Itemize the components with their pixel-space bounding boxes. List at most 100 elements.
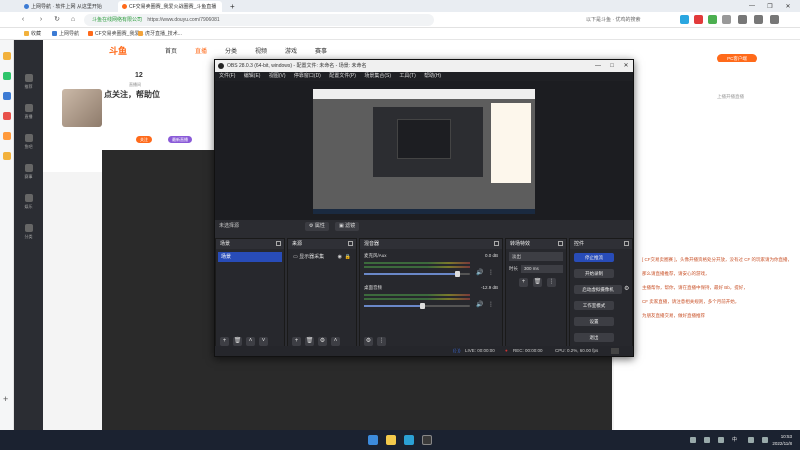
- transition-select[interactable]: 淡出: [509, 252, 563, 261]
- filters-button[interactable]: ▣ 滤镜: [335, 222, 360, 231]
- source-settings-button[interactable]: ⚙: [318, 336, 327, 346]
- refresh-button[interactable]: ↻: [52, 15, 62, 25]
- left-nav-item[interactable]: 赛事: [14, 164, 43, 180]
- add-transition-button[interactable]: +: [519, 278, 528, 287]
- edge-icon[interactable]: [404, 435, 414, 445]
- douyu-logo[interactable]: 斗鱼: [109, 44, 143, 58]
- maximize-button[interactable]: ❐: [762, 0, 778, 12]
- left-nav-item[interactable]: 娱乐: [14, 194, 43, 210]
- app-icon-5[interactable]: [3, 132, 11, 140]
- left-nav-item[interactable]: 鱼吧: [14, 134, 43, 150]
- extension-icon[interactable]: [722, 15, 731, 24]
- virtual-camera-button[interactable]: 启动虚拟摄像机: [574, 285, 622, 294]
- remove-transition-button[interactable]: 🗑: [533, 278, 542, 287]
- add-app-button[interactable]: +: [3, 394, 8, 404]
- menu-home[interactable]: 首页: [165, 46, 177, 55]
- file-explorer-icon[interactable]: [386, 435, 396, 445]
- lock-icon[interactable]: 🔒: [345, 252, 351, 262]
- extension-icon[interactable]: [680, 15, 689, 24]
- move-up-button[interactable]: ˄: [246, 336, 255, 346]
- source-item[interactable]: ▭ 显示器采集 ◉ 🔒: [290, 252, 354, 262]
- exit-button[interactable]: 退出: [574, 333, 614, 342]
- remove-scene-button[interactable]: 🗑: [233, 336, 242, 346]
- transition-menu-button[interactable]: ⋮: [547, 278, 556, 287]
- menu-profile[interactable]: 配置文件(P): [329, 73, 356, 79]
- url-input[interactable]: 斗鱼在线网络有限公司 https://www.douyu.com/7906081: [84, 14, 434, 26]
- menu-view[interactable]: 视图(V): [269, 73, 286, 79]
- left-nav-item[interactable]: 推荐: [14, 74, 43, 90]
- left-nav-item[interactable]: 分类: [14, 224, 43, 240]
- menu-edit[interactable]: 编辑(E): [244, 73, 261, 79]
- app-icon-4[interactable]: [3, 112, 11, 120]
- menu-tools[interactable]: 工具(T): [399, 73, 415, 79]
- popout-icon[interactable]: [276, 241, 281, 246]
- windows-icon[interactable]: [368, 435, 378, 445]
- popout-icon[interactable]: [558, 241, 563, 246]
- menu-docks[interactable]: 停靠窗口(D): [294, 73, 321, 79]
- taskbar-clock[interactable]: 10:53 2022/11/8: [772, 433, 792, 447]
- volume-knob[interactable]: [455, 271, 461, 277]
- tray-icon[interactable]: [748, 437, 754, 443]
- volume-slider[interactable]: [364, 303, 470, 309]
- browser-tab-douyu[interactable]: CF交易卖圈赛_我爱火战圈赛_斗鱼直播: [118, 1, 222, 12]
- forward-button[interactable]: ›: [36, 15, 46, 25]
- undo-icon[interactable]: [738, 15, 747, 24]
- more-icon[interactable]: ⋮: [488, 269, 494, 276]
- eye-icon[interactable]: ◉: [338, 252, 342, 262]
- popout-icon[interactable]: [348, 241, 353, 246]
- add-source-button[interactable]: +: [292, 336, 301, 346]
- app-icon-3[interactable]: [3, 92, 11, 100]
- obs-icon[interactable]: [422, 435, 432, 445]
- volume-slider[interactable]: [364, 271, 470, 277]
- menu-scene-collection[interactable]: 场景集合(S): [364, 73, 391, 79]
- tray-icon[interactable]: [762, 437, 768, 443]
- remove-source-button[interactable]: 🗑: [305, 336, 314, 346]
- bookmark-item[interactable]: 上网导航: [52, 30, 79, 38]
- follow-button[interactable]: 关注: [136, 136, 152, 143]
- menu-video[interactable]: 视频: [255, 46, 267, 55]
- studio-mode-button[interactable]: 工作室模式: [574, 301, 614, 310]
- obs-close-button[interactable]: ✕: [619, 60, 633, 72]
- back-button[interactable]: ‹: [18, 15, 28, 25]
- settings-button[interactable]: 设置: [574, 317, 614, 326]
- menu-file[interactable]: 文件(F): [219, 73, 235, 79]
- obs-maximize-button[interactable]: □: [605, 60, 619, 72]
- app-icon-6[interactable]: [3, 152, 11, 160]
- duration-input[interactable]: 300 ms: [521, 265, 563, 273]
- home-button[interactable]: ⌂: [68, 15, 78, 25]
- tray-chevron-icon[interactable]: [690, 437, 696, 443]
- extension-icon[interactable]: [694, 15, 703, 24]
- add-scene-button[interactable]: +: [220, 336, 229, 346]
- volume-knob[interactable]: [420, 303, 426, 309]
- gear-icon[interactable]: ⚙: [624, 285, 629, 292]
- left-nav-item[interactable]: 直播: [14, 104, 43, 120]
- menu-icon[interactable]: [754, 15, 763, 24]
- stop-streaming-button[interactable]: 停止推流: [574, 253, 614, 262]
- browser-tab-navigation[interactable]: 上网导航 · 软件上网 从这里开始: [20, 1, 108, 12]
- move-up-button[interactable]: ˄: [331, 336, 340, 346]
- obs-preview-area[interactable]: [215, 81, 633, 220]
- minimize-button[interactable]: —: [744, 0, 760, 12]
- popout-icon[interactable]: [494, 241, 499, 246]
- menu-help[interactable]: 帮助(H): [424, 73, 441, 79]
- extension-icon[interactable]: [708, 15, 717, 24]
- ime-indicator[interactable]: 中: [732, 436, 737, 443]
- scene-item[interactable]: 场景: [218, 252, 282, 262]
- menu-esports[interactable]: 赛事: [315, 46, 327, 55]
- menu-game[interactable]: 游戏: [285, 46, 297, 55]
- mixer-menu-button[interactable]: ⋮: [377, 336, 386, 346]
- bookmark-item[interactable]: 收藏: [24, 30, 41, 38]
- settings-icon[interactable]: [770, 15, 779, 24]
- bookmark-item[interactable]: CF交易卖圈赛_我爱...: [88, 30, 144, 38]
- move-down-button[interactable]: ˅: [259, 336, 268, 346]
- close-button[interactable]: ✕: [780, 0, 796, 12]
- room-thumbnail[interactable]: [62, 89, 102, 127]
- speaker-icon[interactable]: 🔊: [476, 301, 483, 308]
- speaker-icon[interactable]: 🔊: [476, 269, 483, 276]
- bookmark-item[interactable]: 虎牙直播_技术...: [138, 30, 182, 38]
- app-icon-2[interactable]: [3, 72, 11, 80]
- omnibox-search[interactable]: 以下是斗鱼 · 优鸡的搜索: [586, 14, 676, 26]
- mixer-settings-button[interactable]: ⚙: [364, 336, 373, 346]
- app-icon-1[interactable]: [3, 52, 11, 60]
- new-tab-button[interactable]: +: [226, 1, 236, 12]
